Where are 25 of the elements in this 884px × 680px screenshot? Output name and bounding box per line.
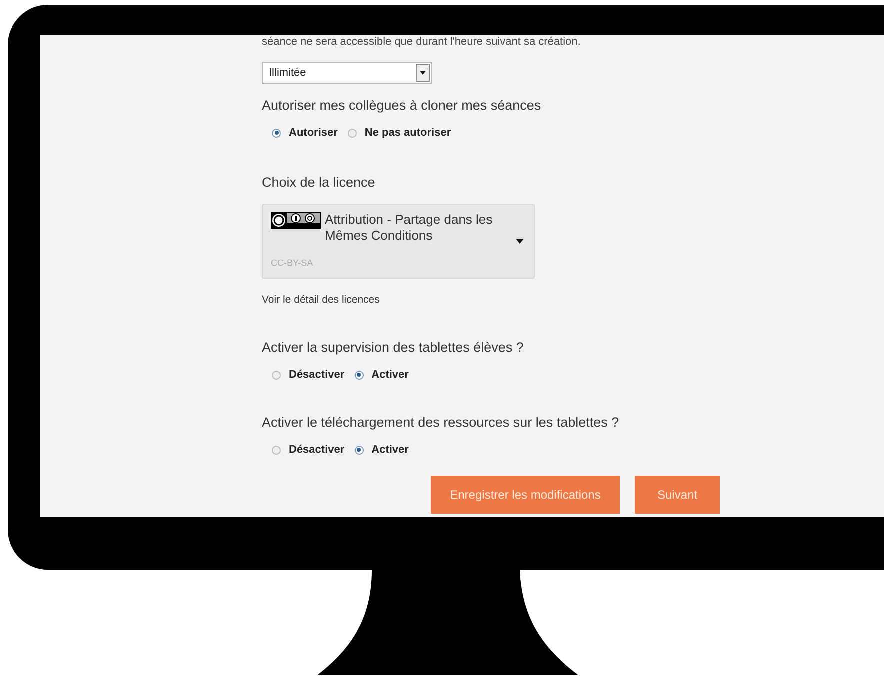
radio-label: Désactiver — [289, 444, 345, 456]
radio-label: Activer — [372, 444, 409, 456]
caret-icon — [420, 71, 426, 75]
license-dropdown[interactable]: Attribution - Partage dans les Mêmes Conditions CC-BY-SA — [262, 204, 535, 279]
radio-button[interactable] — [272, 370, 281, 380]
radio-button[interactable] — [354, 446, 364, 454]
section-heading: Choix de la licence — [262, 175, 376, 190]
license-name: Attribution - Partage dans les Mêmes Conditions — [325, 212, 494, 244]
radio-label: Autoriser — [289, 127, 338, 139]
license-details-link[interactable]: Voir le détail des licences — [262, 294, 884, 306]
radio-label: Désactiver — [289, 369, 345, 381]
license-code: CC-BY-SA — [271, 258, 314, 268]
caret-icon — [516, 239, 524, 244]
radio-label: Ne pas autoriser — [364, 127, 452, 139]
license-badge-icon — [271, 212, 321, 229]
radio-button[interactable] — [272, 446, 281, 454]
intro-text: séance ne sera accessible que durant l'heure suivant sa création. — [262, 36, 582, 49]
radio-button[interactable] — [348, 128, 357, 138]
question-label: Autoriser mes collègues à cloner mes séances — [262, 98, 542, 113]
question-label: Activer la supervision des tablettes élèves ? — [262, 340, 525, 355]
radio-button[interactable] — [354, 370, 364, 380]
duration-select[interactable]: Illimitée — [262, 62, 432, 84]
question-label: Activer le téléchargement des ressources sur les tablettes ? — [262, 415, 620, 430]
radio-label: Activer — [372, 369, 409, 381]
radio-button[interactable] — [272, 128, 281, 138]
